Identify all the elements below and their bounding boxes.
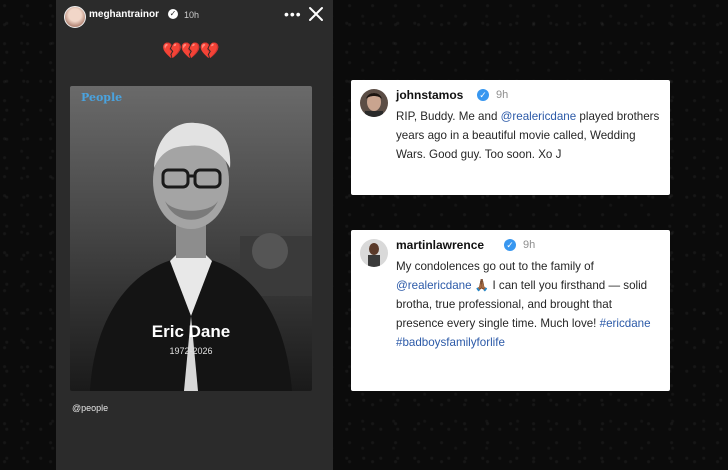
verified-badge-icon: ✓ [168, 9, 178, 19]
commenter-username[interactable]: johnstamos [396, 88, 463, 102]
comment-timestamp: 9h [496, 89, 509, 101]
people-logo: People [81, 91, 123, 104]
text-segment: My condolences go out to the family of [396, 260, 594, 273]
hashtag-link[interactable]: #ericdane [600, 317, 651, 330]
commenter-avatar[interactable] [360, 239, 388, 267]
close-icon[interactable] [307, 5, 325, 23]
hashtag-link[interactable]: #badboysfamilyforlife [396, 336, 505, 349]
story-header: meghantrainor ✓ 10h ••• [56, 0, 333, 32]
mention-link[interactable]: @realericdane [396, 279, 472, 292]
memorial-photo-card: People Eric Dane 1972-2026 [70, 86, 312, 391]
comment-text: My condolences go out to the family of @… [396, 257, 662, 352]
comment-card: johnstamos ✓ 9h RIP, Buddy. Me and @real… [351, 80, 670, 195]
comment-card: martinlawrence ✓ 9h My condolences go ou… [351, 230, 670, 391]
story-avatar[interactable] [64, 6, 86, 28]
commenter-username[interactable]: martinlawrence [396, 238, 484, 252]
text-segment: RIP, Buddy. Me and [396, 110, 501, 123]
comment-timestamp: 9h [523, 239, 536, 251]
commenter-avatar[interactable] [360, 89, 388, 117]
story-timestamp: 10h [184, 10, 200, 20]
verified-badge-icon: ✓ [504, 239, 516, 251]
memorial-name: Eric Dane [151, 322, 231, 341]
broken-hearts-emoji: 💔💔💔 [162, 43, 220, 60]
verified-badge-icon: ✓ [477, 89, 489, 101]
story-username[interactable]: meghantrainor [89, 9, 159, 20]
memorial-years: 1972-2026 [169, 346, 213, 356]
comment-text: RIP, Buddy. Me and @realericdane played … [396, 107, 662, 164]
more-options-icon[interactable]: ••• [284, 6, 302, 22]
story-credit-mention[interactable]: @people [72, 403, 108, 413]
mention-link[interactable]: @realericdane [501, 110, 577, 123]
instagram-story: meghantrainor ✓ 10h ••• 💔💔💔 People Eric … [56, 0, 333, 470]
